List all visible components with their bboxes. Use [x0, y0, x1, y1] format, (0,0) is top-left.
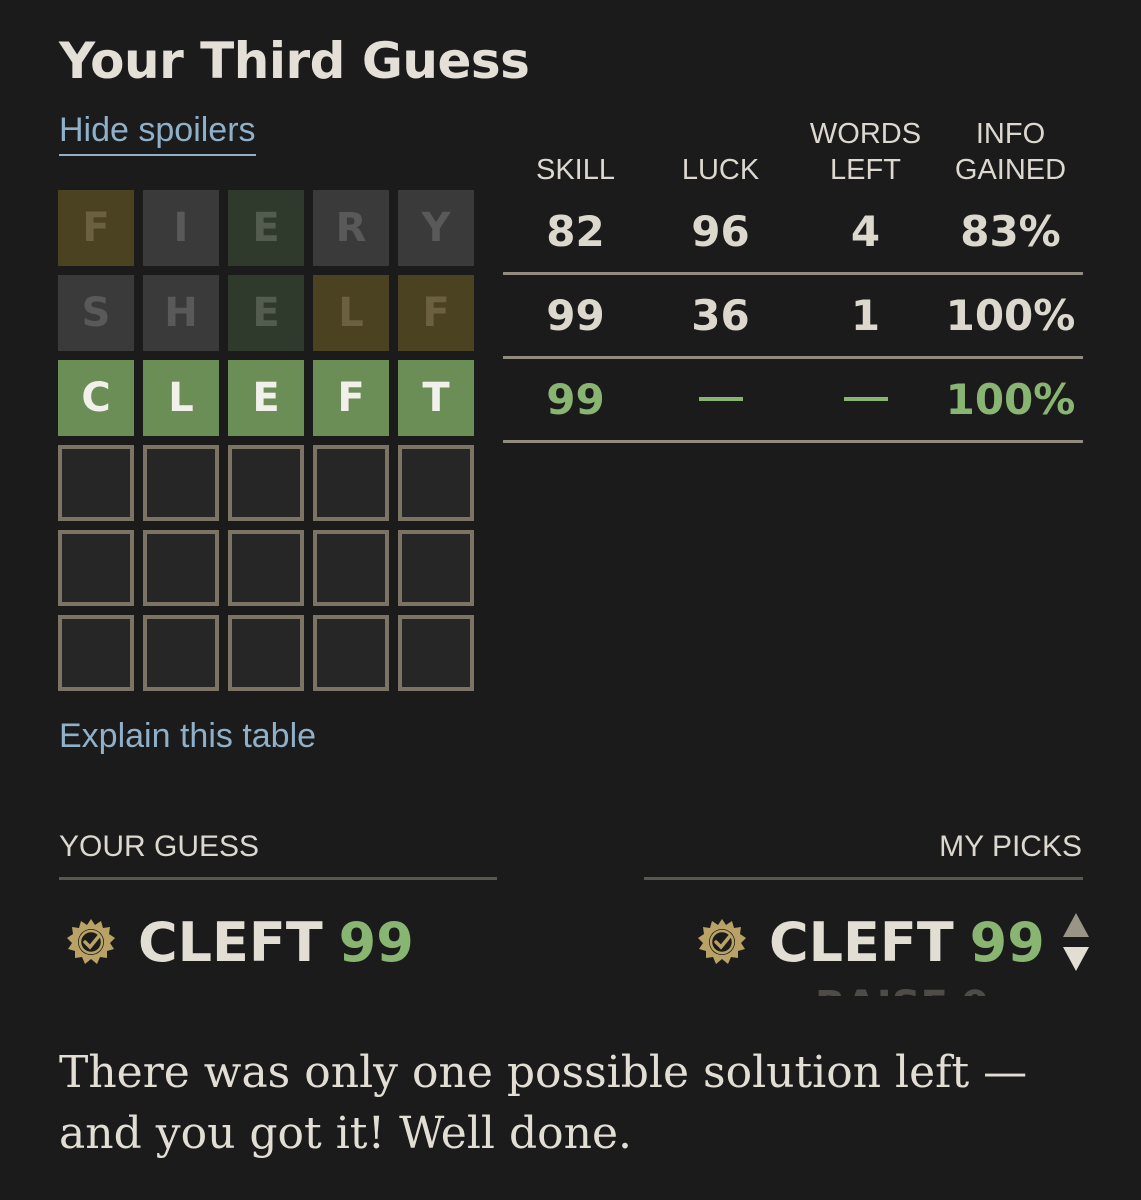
letter-tile: Y: [398, 190, 474, 266]
letter-tile: E: [228, 190, 304, 266]
my-picks-score: 99: [969, 910, 1045, 974]
header-skill: SKILL: [503, 152, 648, 188]
letter-tile: [143, 530, 219, 606]
letter-tile: F: [58, 190, 134, 266]
dash-icon: [843, 397, 888, 401]
your-guess-label: YOUR GUESS: [59, 830, 260, 863]
header-luck-label: LUCK: [681, 154, 760, 186]
letter-tile: [228, 530, 304, 606]
letter-tile: L: [313, 275, 389, 351]
letter-tile: [58, 445, 134, 521]
stats-row: 82 96 4 83%: [503, 190, 1083, 275]
stat-words-left: 1: [850, 290, 881, 340]
stats-row: 99 36 1 100%: [503, 274, 1083, 359]
header-info-gained: INFO GAINED: [938, 116, 1083, 188]
guess-grid: FIERYSHELFCLEFT: [58, 190, 474, 700]
letter-tile: [398, 530, 474, 606]
letter-tile: R: [313, 190, 389, 266]
check-badge-icon: [67, 919, 115, 964]
letter-tile: [58, 530, 134, 606]
your-guess-pick: CLEFT 99: [66, 910, 414, 974]
letter-tile: F: [313, 360, 389, 436]
dash-icon: [698, 397, 743, 401]
picks-scroller: [1062, 913, 1089, 971]
letter-tile: F: [398, 275, 474, 351]
header-info-gained-line1: INFO: [975, 118, 1046, 150]
stat-skill: 82: [546, 206, 605, 256]
letter-tile: [313, 615, 389, 691]
check-badge-icon: [698, 919, 746, 964]
grid-row: FIERY: [58, 190, 474, 266]
stat-skill: 99: [546, 374, 605, 424]
header-words-left-line2: LEFT: [830, 154, 901, 186]
result-message: There was only one possible solution lef…: [59, 1047, 1028, 1159]
my-picks-pick: CLEFT 99: [697, 910, 1089, 974]
header-luck: LUCK: [648, 152, 793, 188]
page-title: Your Third Guess: [59, 32, 530, 90]
stat-info-gained: 100%: [945, 290, 1076, 340]
letter-tile: [398, 615, 474, 691]
stat-info-gained: 100%: [945, 374, 1076, 424]
my-picks-word: CLEFT: [769, 910, 954, 974]
letter-tile: [143, 445, 219, 521]
stat-skill: 99: [546, 290, 605, 340]
grid-row: [58, 615, 474, 691]
your-guess-score: 99: [338, 910, 414, 974]
stat-luck: 96: [691, 206, 750, 256]
my-picks-label: MY PICKS: [939, 830, 1082, 863]
letter-tile: [313, 445, 389, 521]
letter-tile: [58, 615, 134, 691]
letter-tile: H: [143, 275, 219, 351]
grid-row: [58, 445, 474, 521]
next-pick-peek: RAISE 9: [815, 986, 1030, 996]
explain-table-link[interactable]: Explain this table: [59, 714, 316, 758]
grid-row: SHELF: [58, 275, 474, 351]
next-pick-text: RAISE 9: [815, 986, 1030, 996]
letter-tile: L: [143, 360, 219, 436]
stat-words-left: [793, 358, 938, 440]
header-words-left: WORDS LEFT: [793, 116, 938, 188]
letter-tile: T: [398, 360, 474, 436]
letter-tile: [398, 445, 474, 521]
divider: [59, 877, 497, 880]
stat-luck: [648, 358, 793, 440]
header-info-gained-line2: GAINED: [954, 154, 1067, 186]
stat-luck: 36: [691, 290, 750, 340]
letter-tile: [313, 530, 389, 606]
stats-row: 99 100%: [503, 358, 1083, 443]
letter-tile: [228, 445, 304, 521]
scroll-up-arrow-icon[interactable]: [1062, 913, 1089, 937]
divider: [644, 877, 1083, 880]
letter-tile: I: [143, 190, 219, 266]
letter-tile: [143, 615, 219, 691]
grid-row: [58, 530, 474, 606]
letter-tile: E: [228, 360, 304, 436]
header-skill-label: SKILL: [536, 154, 615, 186]
stats-header: SKILL LUCK WORDS LEFT INFO GAINED: [503, 116, 1083, 188]
stat-info-gained: 83%: [960, 206, 1061, 256]
letter-tile: C: [58, 360, 134, 436]
hide-spoilers-link[interactable]: Hide spoilers: [59, 110, 256, 156]
stat-words-left: 4: [850, 206, 881, 256]
header-words-left-line1: WORDS: [809, 118, 922, 150]
your-guess-word: CLEFT: [138, 910, 323, 974]
letter-tile: S: [58, 275, 134, 351]
grid-row: CLEFT: [58, 360, 474, 436]
letter-tile: E: [228, 275, 304, 351]
scroll-down-arrow-icon[interactable]: [1062, 947, 1089, 971]
letter-tile: [228, 615, 304, 691]
